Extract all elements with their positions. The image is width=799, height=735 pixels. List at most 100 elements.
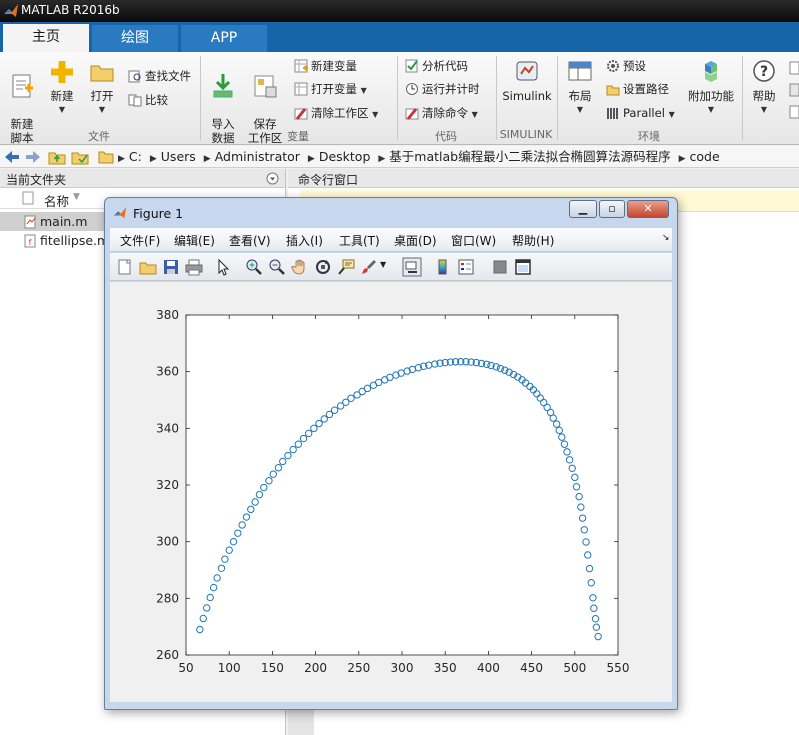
breadcrumb-item[interactable]: 基于matlab编程最小二乘法拟合椭圆算法源码程序 [389,149,670,164]
rotate-3d-icon[interactable] [314,258,332,276]
ribbon: 新建 脚本 新建 ▼ 打开 ▼ 查找文件 比较 文件 导入 数据 保存 工作区 新建… [0,52,799,145]
data-cursor-icon[interactable] [337,258,355,276]
app-title: MATLAB R2016b [21,3,120,17]
x-tick-label: 500 [563,661,586,675]
current-folder-title: 当前文件夹 [6,173,67,187]
close-button[interactable]: ✕ [627,200,669,218]
up-folder-icon[interactable] [48,149,66,165]
x-tick-label: 50 [178,661,193,675]
minimize-button[interactable]: ▁ [569,200,597,218]
addons-button[interactable]: 附加功能 ▼ [686,58,736,117]
figure-toolbar: ▼ [110,253,672,281]
group-label-simulink: SIMULINK [499,128,553,141]
new-figure-icon[interactable] [116,258,134,276]
new-script-icon [12,74,33,98]
set-path-button[interactable]: 设置路径 [606,81,669,97]
svg-text:f: f [29,238,32,247]
link-plot-icon[interactable] [402,257,422,277]
maximize-button[interactable]: ▫ [599,200,625,218]
hide-plot-tools-icon[interactable] [491,258,509,276]
tab-home[interactable]: 主页 [3,24,89,52]
new-variable-label: 新建变量 [311,59,357,73]
gear-icon [607,60,619,72]
find-files-label: 查找文件 [145,69,191,83]
figure-canvas[interactable]: 50 100 150 200 250 300 350 400 450 500 550 260 280 30… [110,282,672,702]
figure-window[interactable]: Figure 1 ▁ ▫ ✕ 文件(F) 编辑(E) 查看(V) 插入(I) 工… [104,197,678,710]
compare-button[interactable]: 比较 [128,92,168,108]
brush-icon[interactable] [360,258,378,276]
parallel-button[interactable]: Parallel ▼ [606,105,675,123]
scatter-plot[interactable]: 50 100 150 200 250 300 350 400 450 500 550 260 280 30… [110,282,672,702]
legend-icon[interactable] [457,258,475,276]
axes-box[interactable] [185,314,619,656]
run-and-time-button[interactable]: 运行并计时 [405,81,480,97]
breadcrumb-item[interactable]: C: [129,149,142,164]
forward-arrow-icon[interactable] [25,150,41,164]
community-icon[interactable] [788,60,799,120]
x-tick-label: 350 [434,661,457,675]
layout-button[interactable]: 布局 ▼ [562,58,598,117]
clear-commands-button[interactable]: 清除命令 ▼ [405,105,478,123]
menu-overflow-icon[interactable]: ↘ [662,233,670,243]
breadcrumb-item[interactable]: Administrator [215,149,300,164]
set-path-icon [606,85,620,96]
x-tick-label: 400 [477,661,500,675]
menu-desktop[interactable]: 桌面(D) [394,232,437,249]
name-column-header[interactable]: 名称 [44,191,69,210]
matlab-figure-icon [113,206,127,219]
menu-view[interactable]: 查看(V) [229,232,271,249]
browse-folder-icon[interactable] [71,149,89,165]
panel-menu-icon[interactable] [266,172,279,185]
open-label: 打开 [90,89,114,103]
help-icon: ? [753,60,775,82]
svg-text:?: ? [760,64,768,80]
open-button[interactable]: 打开 ▼ [84,58,120,117]
menu-help[interactable]: 帮助(H) [512,232,554,249]
menu-insert[interactable]: 插入(I) [286,232,323,249]
m-file-icon [24,215,36,229]
breadcrumb-item[interactable]: Users [161,149,196,164]
menu-edit[interactable]: 编辑(E) [174,232,215,249]
clear-workspace-button[interactable]: 清除工作区 ▼ [294,105,378,123]
colorbar-icon[interactable] [434,258,452,276]
ribbon-separator [742,56,743,140]
tab-plots[interactable]: 绘图 [92,25,178,52]
new-label: 新建 [50,89,74,103]
clear-workspace-label: 清除工作区 [311,106,369,120]
find-files-button[interactable]: 查找文件 [128,68,191,84]
simulink-label: Simulink [502,89,552,103]
find-files-icon [128,70,141,83]
tab-apps[interactable]: APP [181,25,267,52]
root-folder-icon[interactable] [98,149,114,165]
help-button[interactable]: ? 帮助 ▼ [746,58,782,117]
breadcrumb-separator-icon: ▶ [307,154,315,164]
show-plot-tools-icon[interactable] [514,258,532,276]
menu-tools[interactable]: 工具(T) [339,232,380,249]
new-button[interactable]: 新建 ▼ [44,58,80,117]
open-variable-button[interactable]: 打开变量 ▼ [294,81,367,99]
group-label-variable: 变量 [287,130,309,143]
file-name: main.m [40,214,88,229]
simulink-button[interactable]: Simulink [502,58,552,103]
preferences-button[interactable]: 预设 [606,58,646,74]
pan-icon[interactable] [291,258,309,276]
analyze-code-button[interactable]: 分析代码 [405,58,468,74]
command-window-title: 命令行窗口 [298,173,359,187]
compare-label: 比较 [145,93,168,107]
open-file-icon[interactable] [139,258,157,276]
open-variable-icon [294,82,308,96]
menu-file[interactable]: 文件(F) [120,232,160,249]
back-arrow-icon[interactable] [4,150,20,164]
zoom-out-icon[interactable] [268,258,286,276]
clear-commands-icon [405,108,419,120]
menu-window[interactable]: 窗口(W) [451,232,496,249]
print-icon[interactable] [185,258,203,276]
zoom-in-icon[interactable] [245,258,263,276]
pointer-icon[interactable] [215,258,233,276]
save-icon[interactable] [162,258,180,276]
breadcrumb-item[interactable]: code [690,149,720,164]
brush-dropdown-icon[interactable]: ▼ [380,260,386,269]
simulink-icon [516,61,538,81]
breadcrumb-item[interactable]: Desktop [319,149,371,164]
new-variable-button[interactable]: 新建变量 [294,58,357,74]
